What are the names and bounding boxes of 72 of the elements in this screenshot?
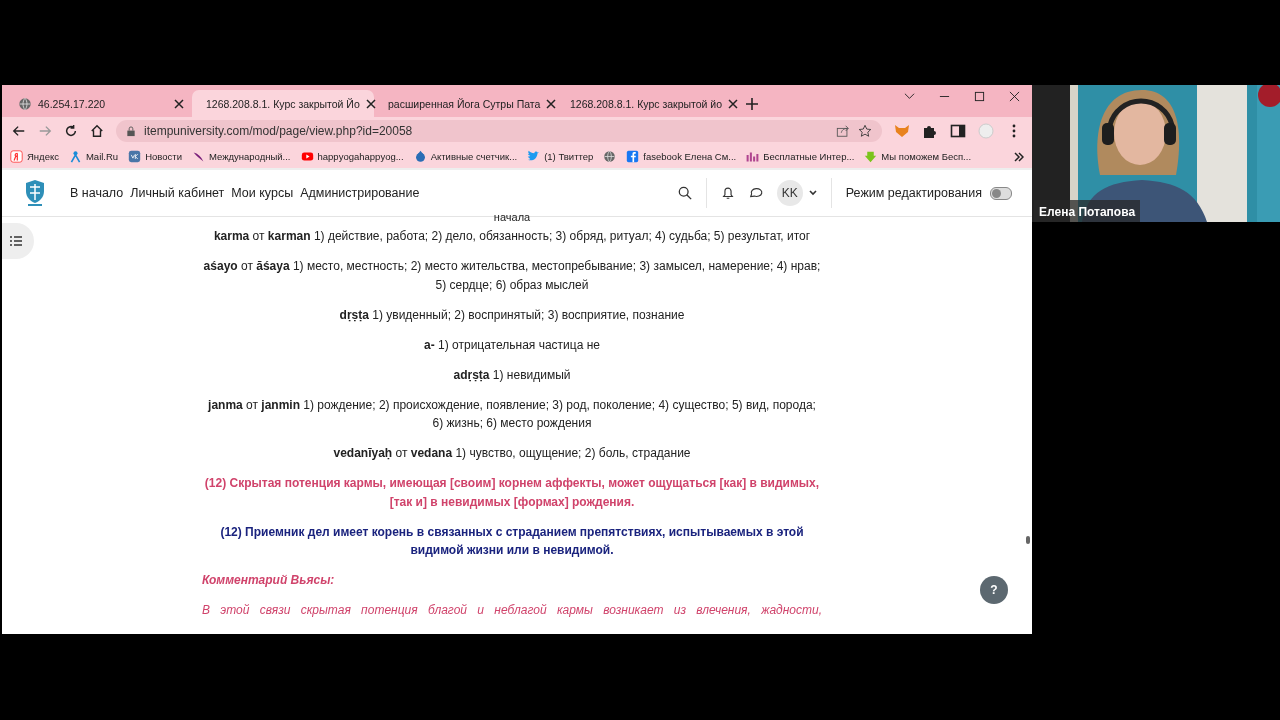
bookmark[interactable]: fasebook Елена См... xyxy=(626,150,737,163)
glossary-entry: karma от karman 1) действие, работа; 2) дело, обязанность; 3) обряд, ритуал; 4) судьба; 5) результат, итог xyxy=(212,228,812,245)
person-icon xyxy=(68,150,82,163)
drop-icon xyxy=(413,150,427,163)
user-avatar[interactable]: KK xyxy=(776,180,803,206)
glossary-entry: janma от janmin 1) рождение; 2) происхождение, появление; 3) род, поколение; 4) существо; 5) вид, порода; 6) жизнь; 6) место рождения xyxy=(206,396,817,432)
toggle-label: Режим редактирования xyxy=(845,186,982,200)
glossary-entry: adṛṣṭa 1) невидимый xyxy=(452,366,572,384)
section-heading: Комментарий Вьясы: xyxy=(202,572,336,589)
bookmark[interactable]: Мы поможем Бесп... xyxy=(864,150,971,163)
logo-icon[interactable] xyxy=(24,179,46,207)
bookmark[interactable]: (1) Твиттер xyxy=(527,150,594,163)
browser-tab[interactable]: 1268.208.8.1. Курс закрытой йо xyxy=(556,90,738,117)
sidebar-icon[interactable] xyxy=(950,123,966,139)
bookmark[interactable]: Бесплатные Интер... xyxy=(746,150,855,163)
play-icon xyxy=(300,150,314,163)
glossary-entry: начала xyxy=(492,211,532,223)
close-icon[interactable] xyxy=(174,98,184,109)
facebook-icon xyxy=(626,150,640,163)
star-icon[interactable] xyxy=(858,124,872,138)
back-icon[interactable] xyxy=(12,124,26,138)
chat-icon[interactable] xyxy=(748,186,763,200)
drawer-toggle-button[interactable] xyxy=(2,223,34,259)
bell-icon[interactable] xyxy=(720,186,735,200)
bookmark[interactable]: Яндекс xyxy=(10,150,59,163)
globe-icon xyxy=(18,96,32,111)
puzzle-icon[interactable] xyxy=(922,123,938,139)
browser-tab[interactable]: 46.254.17.220 xyxy=(10,90,192,117)
search-icon[interactable] xyxy=(677,186,692,200)
sutra-translation: (12) Приемник дел имеет корень в связанных с страданием препятствиях, испытываемых в этой видимой жизни или в невидимой. xyxy=(219,523,805,559)
plus-icon[interactable] xyxy=(746,98,758,110)
home-icon[interactable] xyxy=(90,124,104,138)
close-icon[interactable] xyxy=(1009,90,1020,102)
browser-tab[interactable]: 1268.208.8.1. Курс закрытой Йо xyxy=(192,90,374,117)
sutra-translation: (12) Скрытая потенция кармы, имеющая [своим] корнем аффекты, может ощущаться [как] в видимых, [так и] в невидимых [формах] рождения. xyxy=(203,475,821,511)
address-bar[interactable]: itempuniversity.com/mod/page/view.php?id=20058 xyxy=(116,120,882,142)
glossary-entry: a- 1) отрицательная частица не xyxy=(423,336,601,354)
nav-link[interactable]: Личный кабинет xyxy=(130,186,225,200)
glossary-entry: dṛṣṭa 1) увиденный; 2) воспринятый; 3) восприятие, познание xyxy=(338,306,686,324)
vk-icon xyxy=(128,150,142,163)
chevron-down-icon[interactable] xyxy=(904,90,915,102)
bookmark[interactable]: Активные счетчик... xyxy=(413,150,518,163)
close-icon[interactable] xyxy=(728,98,739,109)
scrollbar-thumb[interactable] xyxy=(1026,536,1030,544)
list-icon xyxy=(10,236,22,246)
glossary-entry: vedanīyaḥ от vedana 1) чувство, ощущение; 2) боль, страдание xyxy=(332,445,692,462)
chevron-right-icon[interactable] xyxy=(1014,151,1024,162)
participant-name: Елена Потапова xyxy=(1034,200,1141,222)
help-button[interactable]: ? xyxy=(980,576,1008,604)
close-icon[interactable] xyxy=(546,98,557,109)
nav-link[interactable]: Мои курсы xyxy=(231,186,294,200)
lock-icon xyxy=(126,125,136,137)
reload-icon[interactable] xyxy=(64,124,78,138)
bird-icon xyxy=(527,150,541,163)
caret-icon[interactable] xyxy=(808,190,817,196)
bookmark[interactable]: happyogahappyog... xyxy=(300,150,404,163)
share-icon[interactable] xyxy=(836,124,850,138)
yandex-icon xyxy=(10,150,23,163)
globe-icon[interactable] xyxy=(603,150,617,163)
bookmark[interactable]: Международный... xyxy=(191,150,291,163)
edit-mode-toggle[interactable] xyxy=(990,186,1012,200)
maximize-icon[interactable] xyxy=(974,90,985,102)
chart-icon xyxy=(746,150,760,163)
browser-tab[interactable]: расширенная Йога Сутры Пата xyxy=(374,90,556,117)
nav-link[interactable]: В начало xyxy=(70,186,124,200)
commentary-text: В этой связи скрытая потенция благой и неблагой кармы возникает из влечения, жадности, xyxy=(202,602,822,619)
nav-link[interactable]: Администрирование xyxy=(300,186,420,200)
bookmark[interactable]: Новости xyxy=(128,150,182,163)
arrow-down-icon xyxy=(864,150,878,163)
bookmark[interactable]: Mail.Ru xyxy=(68,150,119,163)
glossary-entry: aśayo от āśaya 1) место, местность; 2) место жительства, местопребывание; 3) замысел, намерение; 4) нрав; 5) сердце; 6) образ мыслей xyxy=(202,258,822,294)
close-icon[interactable] xyxy=(365,98,376,109)
